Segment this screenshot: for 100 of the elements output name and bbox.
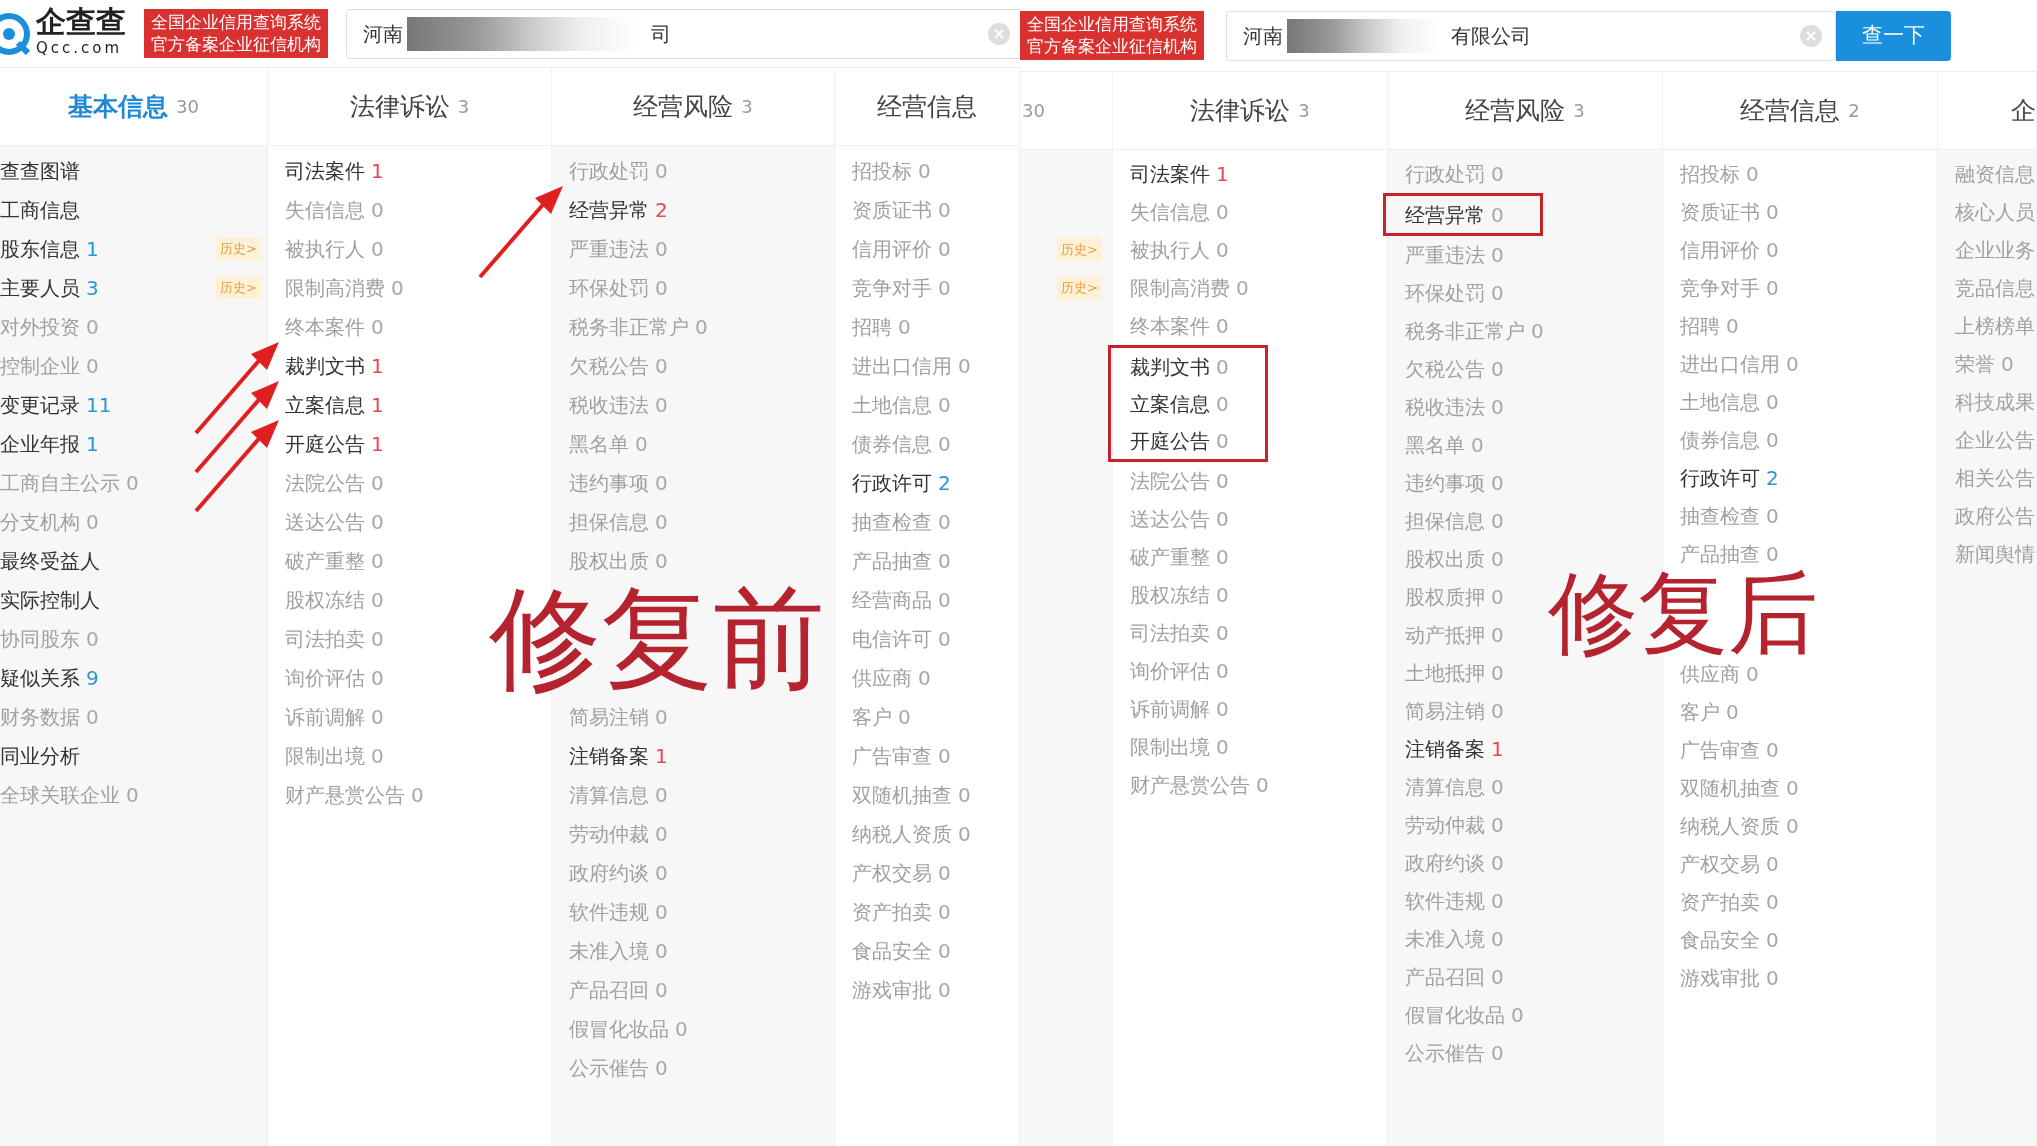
category-tab[interactable]: 30: [1020, 72, 1112, 150]
category-link[interactable]: 上榜榜单: [1955, 311, 2035, 341]
category-link[interactable]: 公示催告 0: [569, 1052, 668, 1083]
category-link[interactable]: 税收违法 0: [569, 389, 668, 420]
category-link[interactable]: 控制企业 0: [0, 350, 99, 381]
category-link[interactable]: 食品安全 0: [852, 935, 951, 966]
history-tag[interactable]: 历史>: [216, 275, 261, 300]
category-link[interactable]: 招聘 0: [852, 311, 911, 342]
search-button[interactable]: 查一下: [1836, 10, 1951, 61]
search-field[interactable]: 河南 有限公司: [1226, 10, 1836, 61]
category-link[interactable]: 最终受益人: [0, 545, 100, 576]
category-link[interactable]: 经营异常 0: [1405, 199, 1504, 230]
category-link[interactable]: 限制出境 0: [1130, 732, 1229, 762]
category-link[interactable]: 黑名单 0: [569, 428, 648, 459]
category-link[interactable]: 股权冻结 0: [285, 584, 384, 615]
category-link[interactable]: 产品抽查 0: [852, 545, 951, 576]
category-link[interactable]: 软件违规 0: [1405, 886, 1504, 916]
category-link[interactable]: 诉前调解 0: [285, 701, 384, 732]
category-link[interactable]: 纳税人资质 0: [1680, 811, 1799, 841]
category-link[interactable]: 游戏审批 0: [1680, 963, 1779, 993]
category-link[interactable]: 终本案件 0: [1130, 311, 1229, 341]
category-link[interactable]: 主要人员 3: [0, 272, 99, 303]
category-link[interactable]: 债券信息 0: [1680, 425, 1779, 455]
category-link[interactable]: 土地信息 0: [852, 389, 951, 420]
category-link[interactable]: 司法拍卖 0: [285, 623, 384, 654]
category-link[interactable]: 假冒化妆品 0: [569, 1013, 688, 1044]
category-link[interactable]: 变更记录 11: [0, 389, 112, 420]
clear-icon[interactable]: [987, 21, 1011, 46]
category-link[interactable]: 股东信息 1: [0, 233, 99, 264]
category-link[interactable]: 终本案件 0: [285, 311, 384, 342]
category-link[interactable]: 司法案件 1: [285, 155, 384, 186]
category-link[interactable]: 企业公告: [1955, 425, 2035, 455]
category-link[interactable]: 询价评估 0: [285, 662, 384, 693]
category-link[interactable]: 行政处罚 0: [1405, 159, 1504, 189]
category-link[interactable]: 行政处罚 0: [569, 155, 668, 186]
category-link[interactable]: 竞品信息: [1955, 273, 2035, 303]
category-link[interactable]: 竞争对手 0: [852, 272, 951, 303]
category-link[interactable]: 土地抵押 0: [1405, 658, 1504, 688]
category-link[interactable]: 分支机构 0: [0, 506, 99, 537]
history-tag[interactable]: 历史>: [216, 236, 261, 261]
history-tag[interactable]: 历史>: [1057, 238, 1102, 262]
category-link[interactable]: 欠税公告 0: [1405, 354, 1504, 384]
history-tag[interactable]: 历史>: [1057, 276, 1102, 300]
category-link[interactable]: 股权出质 0: [569, 545, 668, 576]
category-link[interactable]: 客户 0: [1680, 697, 1739, 727]
category-link[interactable]: 法院公告 0: [285, 467, 384, 498]
category-link[interactable]: 客户 0: [852, 701, 911, 732]
category-link[interactable]: 被执行人 0: [1130, 235, 1229, 265]
category-link[interactable]: 广告审查 0: [1680, 735, 1779, 765]
category-link[interactable]: 资产拍卖 0: [1680, 887, 1779, 917]
category-link[interactable]: 限制出境 0: [285, 740, 384, 771]
category-link[interactable]: 招投标 0: [852, 155, 931, 186]
category-link[interactable]: 工商信息: [0, 194, 80, 225]
category-link[interactable]: 荣誉 0: [1955, 349, 2014, 379]
category-link[interactable]: 食品安全 0: [1680, 925, 1779, 955]
category-link[interactable]: 破产重整 0: [285, 545, 384, 576]
category-link[interactable]: 资产拍卖 0: [852, 896, 951, 927]
category-tab[interactable]: 企: [1938, 72, 2036, 150]
category-link[interactable]: 招聘 0: [1680, 311, 1739, 341]
category-link[interactable]: 担保信息 0: [569, 506, 668, 537]
category-link[interactable]: 招投标 0: [1680, 159, 1759, 189]
category-link[interactable]: 进出口信用 0: [1680, 349, 1799, 379]
category-link[interactable]: 经营商品 0: [852, 584, 951, 615]
category-link[interactable]: 财产悬赏公告 0: [1130, 770, 1269, 800]
search-field[interactable]: 河南 司: [346, 8, 1020, 59]
category-link[interactable]: 疑似关系 9: [0, 662, 99, 693]
category-link[interactable]: 融资信息: [1955, 159, 2035, 189]
category-link[interactable]: 抽查检查 0: [1680, 501, 1779, 531]
category-link[interactable]: 简易注销 0: [569, 701, 668, 732]
category-link[interactable]: 未准入境 0: [569, 935, 668, 966]
category-link[interactable]: 注销备案 1: [1405, 734, 1504, 764]
category-link[interactable]: 资质证书 0: [852, 194, 951, 225]
category-link[interactable]: 供应商 0: [852, 662, 931, 693]
category-link[interactable]: 财产悬赏公告 0: [285, 779, 424, 810]
category-link[interactable]: 政府公告: [1955, 501, 2035, 531]
category-link[interactable]: 开庭公告 0: [1130, 425, 1229, 456]
category-link[interactable]: 限制高消费 0: [1130, 273, 1249, 303]
category-link[interactable]: 清算信息 0: [569, 779, 668, 810]
category-link[interactable]: 广告审查 0: [852, 740, 951, 771]
category-link[interactable]: 税收违法 0: [1405, 392, 1504, 422]
category-link[interactable]: 注销备案 1: [569, 740, 668, 771]
category-link[interactable]: 股权出质 0: [1405, 544, 1504, 574]
category-link[interactable]: 违约事项 0: [569, 467, 668, 498]
category-link[interactable]: 软件违规 0: [569, 896, 668, 927]
category-link[interactable]: 严重违法 0: [569, 233, 668, 264]
category-link[interactable]: 新闻舆情: [1955, 539, 2035, 569]
category-link[interactable]: 行政许可 2: [852, 467, 951, 498]
category-link[interactable]: 询价评估 0: [1130, 656, 1229, 686]
category-link[interactable]: 产品召回 0: [569, 974, 668, 1005]
category-link[interactable]: 假冒化妆品 0: [1405, 1000, 1524, 1030]
category-link[interactable]: 产权交易 0: [1680, 849, 1779, 879]
category-link[interactable]: 信用评价 0: [852, 233, 951, 264]
clear-icon[interactable]: [1799, 23, 1823, 48]
category-link[interactable]: 纳税人资质 0: [852, 818, 971, 849]
category-link[interactable]: 政府约谈 0: [569, 857, 668, 888]
category-link[interactable]: 协同股东 0: [0, 623, 99, 654]
category-link[interactable]: 相关公告: [1955, 463, 2035, 493]
category-link[interactable]: 清算信息 0: [1405, 772, 1504, 802]
category-link[interactable]: 核心人员: [1955, 197, 2035, 227]
category-link[interactable]: 黑名单 0: [1405, 430, 1484, 460]
